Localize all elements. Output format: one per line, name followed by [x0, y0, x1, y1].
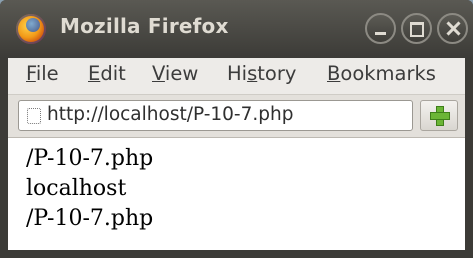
url-text[interactable]: http://localhost/P-10-7.php [47, 104, 293, 125]
content-line: /P-10-7.php [26, 206, 154, 231]
minimize-icon[interactable] [365, 13, 396, 44]
menu-bar: File Edit View History Bookmarks [8, 58, 465, 95]
new-tab-button[interactable] [420, 100, 458, 131]
menu-view-rest: iew [164, 62, 199, 85]
blank-page-icon [27, 108, 41, 124]
navigation-toolbar: http://localhost/P-10-7.php [8, 95, 465, 138]
menu-history-rest: tory [257, 62, 297, 85]
url-bar[interactable]: http://localhost/P-10-7.php [18, 100, 413, 131]
menu-bookmarks-accel: B [327, 62, 341, 85]
plus-icon-bar [430, 112, 450, 120]
menu-file[interactable]: File [26, 62, 59, 85]
menu-edit-accel: E [88, 62, 101, 85]
menu-history[interactable]: History [227, 62, 296, 85]
menu-bookmarks-rest: ookmarks [340, 62, 436, 85]
close-icon[interactable] [437, 13, 468, 44]
page-content: /P-10-7.php localhost /P-10-7.php [8, 138, 465, 250]
firefox-icon [16, 14, 46, 44]
menu-file-rest: ile [35, 62, 59, 85]
menu-file-accel: F [26, 62, 36, 85]
menu-bookmarks[interactable]: Bookmarks [327, 62, 436, 85]
content-line: localhost [26, 176, 127, 201]
menu-history-pre: Hi [227, 62, 248, 85]
window-title: Mozilla Firefox [60, 14, 229, 38]
menu-view-accel: V [152, 62, 165, 85]
maximize-icon[interactable] [401, 13, 432, 44]
browser-window: Mozilla Firefox File Edit View History B… [0, 0, 473, 258]
title-bar[interactable]: Mozilla Firefox [0, 0, 473, 58]
window-bottom-border [0, 250, 473, 258]
menu-view[interactable]: View [152, 62, 198, 85]
content-line: /P-10-7.php [26, 146, 154, 171]
menu-edit-rest: dit [100, 62, 126, 85]
menu-edit[interactable]: Edit [88, 62, 126, 85]
menu-history-accel: s [247, 62, 258, 85]
